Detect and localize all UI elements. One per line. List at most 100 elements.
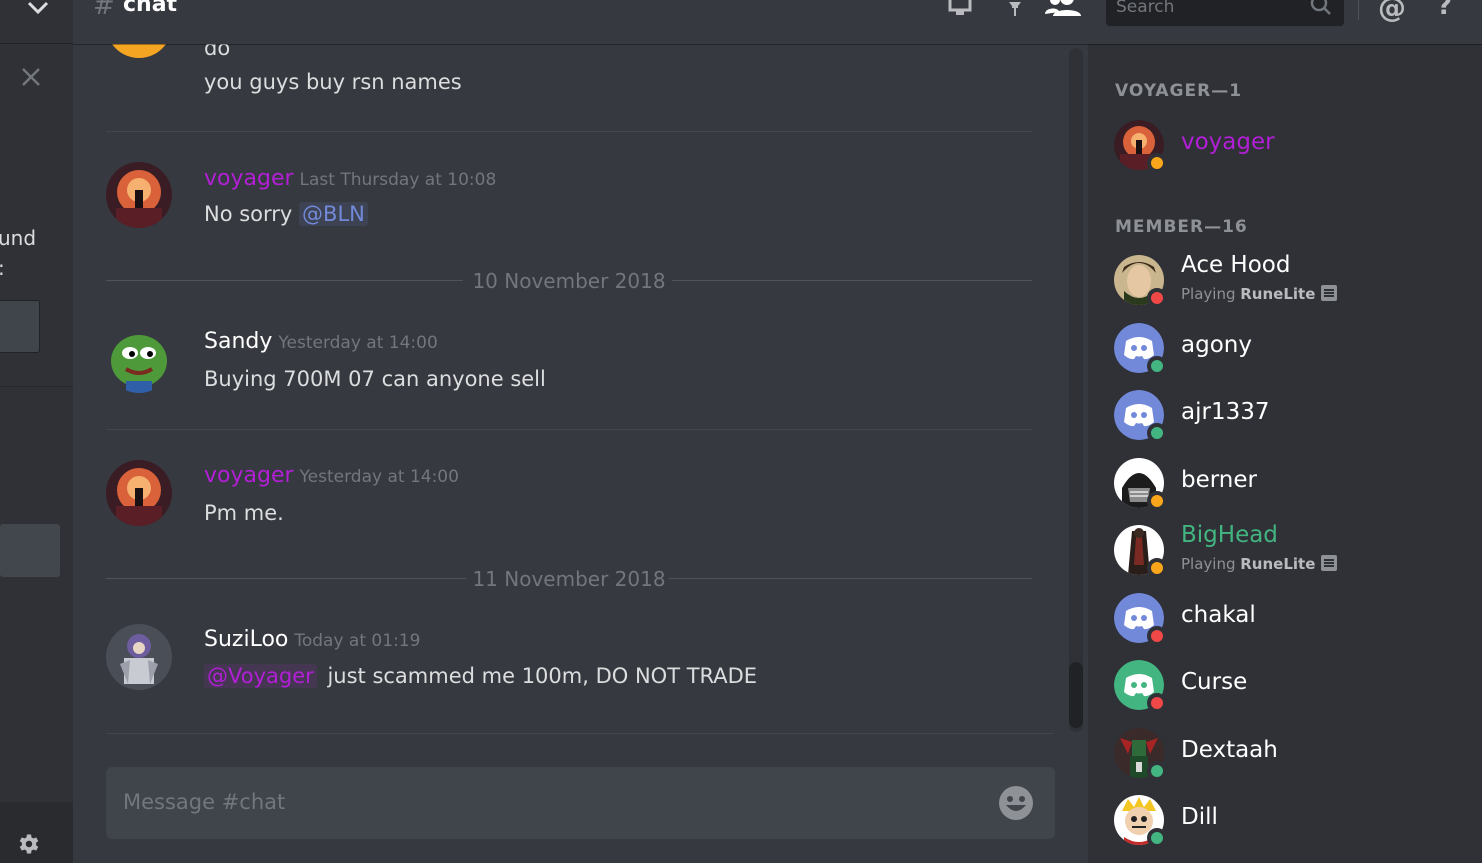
chevron-down-icon[interactable] xyxy=(26,0,50,18)
member-item-bighead[interactable]: BigHead Playing RuneLite xyxy=(1114,522,1474,578)
message-content: No sorry @BLN xyxy=(204,202,368,226)
username[interactable]: voyager xyxy=(204,166,294,191)
header-divider xyxy=(1358,0,1359,20)
member-item-ajr1337[interactable]: ajr1337 xyxy=(1114,390,1474,443)
role-header: VOYAGER—1 xyxy=(1115,81,1243,101)
channel-title: chat xyxy=(123,0,178,17)
avatar[interactable] xyxy=(106,162,172,228)
member-name: berner xyxy=(1181,467,1257,493)
member-name: Dill xyxy=(1181,804,1218,830)
status-online-icon xyxy=(1147,761,1167,781)
status-idle-icon xyxy=(1147,491,1167,511)
member-name: agony xyxy=(1181,332,1252,358)
settings-gear-icon[interactable] xyxy=(18,833,40,855)
close-icon[interactable] xyxy=(20,66,42,88)
member-name: Curse xyxy=(1181,669,1248,695)
message-divider xyxy=(106,733,1054,734)
member-item-dextaah[interactable]: Dextaah xyxy=(1114,728,1474,781)
game-name: RuneLite xyxy=(1240,285,1316,303)
member-name: voyager xyxy=(1181,129,1275,155)
status-idle-icon xyxy=(1147,558,1167,578)
message-text: just scammed me 100m, DO NOT TRADE xyxy=(327,664,758,688)
member-list: VOYAGER—1 voyager MEMBER—16 Ace Hood Pla… xyxy=(1088,44,1482,863)
search-placeholder: Search xyxy=(1116,0,1175,17)
message-content: @Voyager just scammed me 100m, DO NOT TR… xyxy=(204,664,757,688)
member-name: chakal xyxy=(1181,602,1256,628)
username[interactable]: Sandy xyxy=(204,329,272,354)
member-activity: Playing RuneLite xyxy=(1181,555,1338,573)
timestamp: Last Thursday at 10:08 xyxy=(299,170,497,190)
status-online-icon xyxy=(1147,828,1167,848)
member-name: BigHead xyxy=(1181,522,1278,548)
username[interactable]: voyager xyxy=(204,463,294,488)
message-divider xyxy=(106,131,1032,132)
search-icon xyxy=(1310,0,1331,15)
message-header: SuziLoo Today at 01:19 xyxy=(204,627,420,652)
status-dnd-icon xyxy=(1147,693,1167,713)
member-item-voyager[interactable]: voyager xyxy=(1114,120,1474,173)
message-header: voyager Yesterday at 14:00 xyxy=(204,463,459,488)
timestamp: Yesterday at 14:00 xyxy=(278,333,438,353)
message-header: voyager Last Thursday at 10:08 xyxy=(204,166,496,191)
message-header: Sandy Yesterday at 14:00 xyxy=(204,329,438,354)
status-idle-icon xyxy=(1147,153,1167,173)
status-online-icon xyxy=(1147,423,1167,443)
channel-hash-icon: # xyxy=(93,0,115,21)
chat-scrollbar-thumb[interactable] xyxy=(1069,662,1083,728)
channel-header: # chat Search @ ? xyxy=(73,0,1482,44)
message-text: Buying 700M 07 can anyone sell xyxy=(204,367,546,391)
member-list-icon[interactable] xyxy=(1045,0,1085,18)
date-divider: 11 November 2018 xyxy=(106,567,1032,591)
date-divider-label: 10 November 2018 xyxy=(472,269,666,293)
timestamp: Today at 01:19 xyxy=(294,631,421,651)
member-item-ace-hood[interactable]: Ace Hood Playing RuneLite xyxy=(1114,252,1474,308)
channel-sidebar: und : xyxy=(0,0,73,863)
user-mention[interactable]: @BLN xyxy=(299,202,368,226)
sidebar-input-box[interactable] xyxy=(0,300,40,353)
member-item-chakal[interactable]: chakal xyxy=(1114,593,1474,646)
member-activity: Playing RuneLite xyxy=(1181,285,1338,303)
member-item-agony[interactable]: agony xyxy=(1114,323,1474,376)
member-name: ajr1337 xyxy=(1181,399,1270,425)
member-item-dill[interactable]: Dill xyxy=(1114,795,1474,848)
avatar[interactable] xyxy=(106,624,172,690)
chat-scrollbar-track[interactable] xyxy=(1069,48,1083,732)
rich-presence-icon xyxy=(1321,555,1338,571)
mention-icon[interactable]: @ xyxy=(1378,0,1406,24)
avatar[interactable] xyxy=(106,327,172,393)
pin-icon[interactable] xyxy=(1001,0,1029,18)
status-dnd-icon xyxy=(1147,288,1167,308)
message-text: you guys buy rsn names xyxy=(204,70,462,94)
sidebar-divider xyxy=(0,386,73,387)
sidebar-selected-item[interactable] xyxy=(0,524,60,577)
member-name: Ace Hood xyxy=(1181,252,1291,278)
message-divider xyxy=(106,429,1032,430)
message-input-placeholder: Message #chat xyxy=(123,790,286,814)
member-name: Dextaah xyxy=(1181,737,1278,763)
member-item-curse[interactable]: Curse xyxy=(1114,660,1474,713)
help-icon[interactable]: ? xyxy=(1437,0,1452,21)
search-input[interactable]: Search xyxy=(1106,0,1344,26)
timestamp: Yesterday at 14:00 xyxy=(299,467,459,487)
message-input[interactable]: Message #chat xyxy=(106,767,1055,839)
sidebar-partial-text: und xyxy=(0,226,37,250)
notification-bell-icon[interactable] xyxy=(946,0,974,18)
avatar[interactable] xyxy=(106,44,172,58)
user-mention[interactable]: @Voyager xyxy=(204,664,317,688)
member-item-berner[interactable]: berner xyxy=(1114,458,1474,511)
avatar[interactable] xyxy=(106,460,172,526)
emoji-icon[interactable] xyxy=(998,785,1034,821)
server-header[interactable] xyxy=(0,0,73,44)
sidebar-partial-text: : xyxy=(0,256,5,280)
role-header: MEMBER—16 xyxy=(1115,217,1248,237)
message-text: Pm me. xyxy=(204,501,284,525)
rich-presence-icon xyxy=(1321,285,1338,301)
message-text: do xyxy=(204,44,231,60)
username[interactable]: SuziLoo xyxy=(204,627,288,652)
game-name: RuneLite xyxy=(1240,555,1316,573)
message-list: do you guys buy rsn names voyager Last Th… xyxy=(73,44,1088,863)
message-text: No sorry xyxy=(204,202,293,226)
status-dnd-icon xyxy=(1147,626,1167,646)
date-divider: 10 November 2018 xyxy=(106,269,1032,293)
date-divider-label: 11 November 2018 xyxy=(472,567,666,591)
